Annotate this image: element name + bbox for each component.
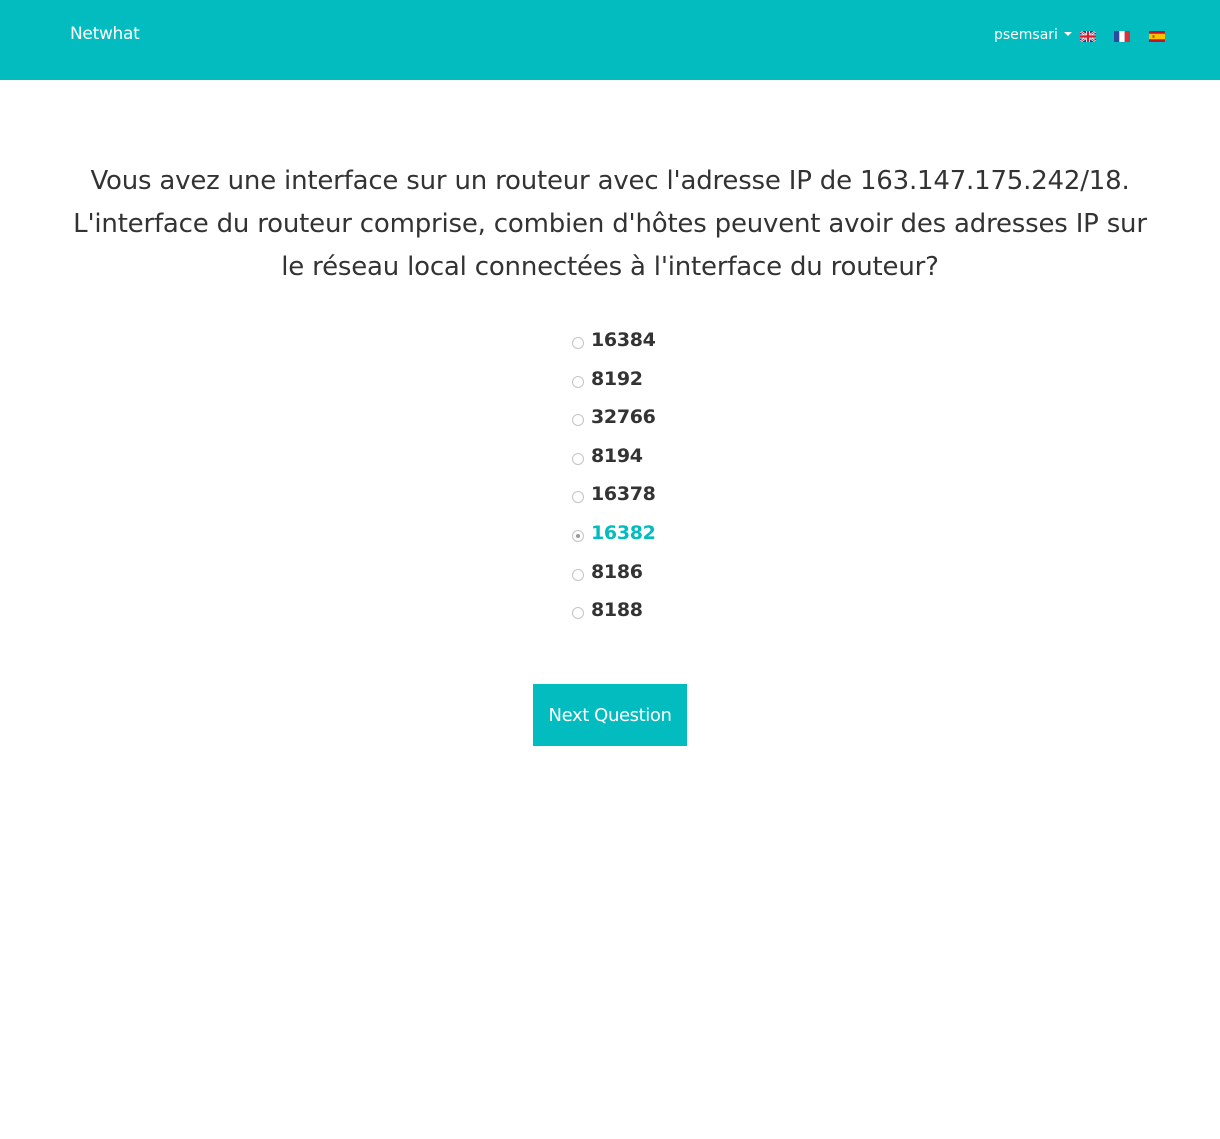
flag-uk-icon[interactable] bbox=[1080, 31, 1096, 42]
radio-dot-icon bbox=[576, 533, 580, 538]
answer-label: 8186 bbox=[591, 560, 643, 583]
answer-label: 32766 bbox=[591, 406, 656, 429]
radio-button[interactable] bbox=[572, 607, 584, 620]
answer-option[interactable]: 8188 bbox=[572, 596, 772, 635]
answer-option[interactable]: 8186 bbox=[572, 558, 772, 597]
answer-label: 8194 bbox=[591, 444, 643, 467]
radio-button[interactable] bbox=[572, 375, 584, 388]
answer-label: 8192 bbox=[591, 367, 643, 390]
radio-button[interactable] bbox=[572, 337, 584, 349]
brand-logo-link[interactable]: Netwhat bbox=[70, 24, 140, 44]
flag-spain-icon[interactable] bbox=[1149, 31, 1165, 42]
answer-label: 16384 bbox=[591, 329, 656, 351]
caret-down-icon bbox=[1063, 32, 1072, 36]
next-question-button[interactable]: Next Question bbox=[533, 684, 687, 746]
answer-list: 16384 8192 32766 8194 16378 16382 8186 8188 bbox=[572, 326, 772, 635]
answer-option[interactable]: 8194 bbox=[572, 442, 772, 481]
answer-label: 8188 bbox=[591, 599, 643, 622]
radio-button[interactable] bbox=[572, 568, 584, 581]
radio-button[interactable] bbox=[572, 414, 584, 427]
user-name: psemsari bbox=[994, 27, 1058, 43]
answer-label: 16382 bbox=[591, 521, 656, 544]
user-dropdown[interactable]: psemsari bbox=[994, 27, 1072, 43]
question-text: Vous avez une interface sur un routeur a… bbox=[73, 166, 1147, 282]
radio-button[interactable] bbox=[572, 452, 584, 465]
answer-option[interactable]: 16378 bbox=[572, 480, 772, 519]
radio-button[interactable] bbox=[572, 491, 584, 504]
answer-label: 16378 bbox=[591, 483, 656, 506]
radio-button[interactable] bbox=[572, 529, 584, 542]
answer-option[interactable]: 32766 bbox=[572, 403, 772, 442]
flag-france-icon[interactable] bbox=[1114, 31, 1130, 42]
navbar: Netwhat psemsari bbox=[0, 0, 1220, 80]
answer-option[interactable]: 8192 bbox=[572, 365, 772, 404]
answer-option[interactable]: 16384 bbox=[572, 326, 772, 365]
answer-option[interactable]: 16382 bbox=[572, 519, 772, 558]
